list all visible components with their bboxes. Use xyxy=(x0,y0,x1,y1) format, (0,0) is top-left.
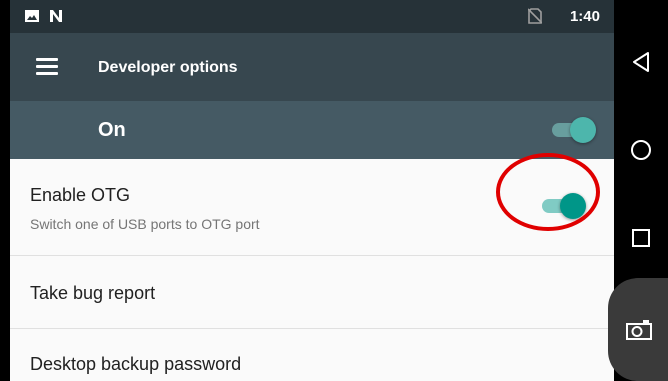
app-toolbar: Developer options xyxy=(10,33,614,101)
hamburger-menu-icon[interactable] xyxy=(36,58,58,76)
master-switch-label: On xyxy=(98,119,126,141)
list-item-desktop-backup-password[interactable]: Desktop backup password xyxy=(10,329,614,381)
highlight-annotation-circle xyxy=(496,153,600,231)
setting-title: Take bug report xyxy=(30,283,156,303)
page-title: Developer options xyxy=(98,59,238,76)
recents-button[interactable] xyxy=(614,211,668,265)
list-item-take-bug-report[interactable]: Take bug report xyxy=(10,256,614,329)
master-toggle-switch[interactable] xyxy=(550,117,596,143)
home-icon xyxy=(631,140,651,160)
back-button[interactable] xyxy=(614,35,668,89)
clock: 1:40 xyxy=(569,8,600,25)
setting-subtitle: Switch one of USB ports to OTG port xyxy=(30,216,260,232)
camera-button[interactable] xyxy=(612,303,666,357)
setting-title: Enable OTG xyxy=(30,185,131,205)
setting-title: Desktop backup password xyxy=(30,354,242,374)
recents-icon xyxy=(632,229,650,247)
image-icon xyxy=(25,10,39,22)
status-bar: 1:40 xyxy=(10,0,614,33)
n-notification-icon xyxy=(50,10,62,22)
no-sim-icon xyxy=(528,8,542,24)
master-switch-bar[interactable]: On xyxy=(10,101,614,159)
home-button[interactable] xyxy=(614,123,668,177)
camera-icon xyxy=(626,320,652,340)
back-icon xyxy=(633,52,649,72)
